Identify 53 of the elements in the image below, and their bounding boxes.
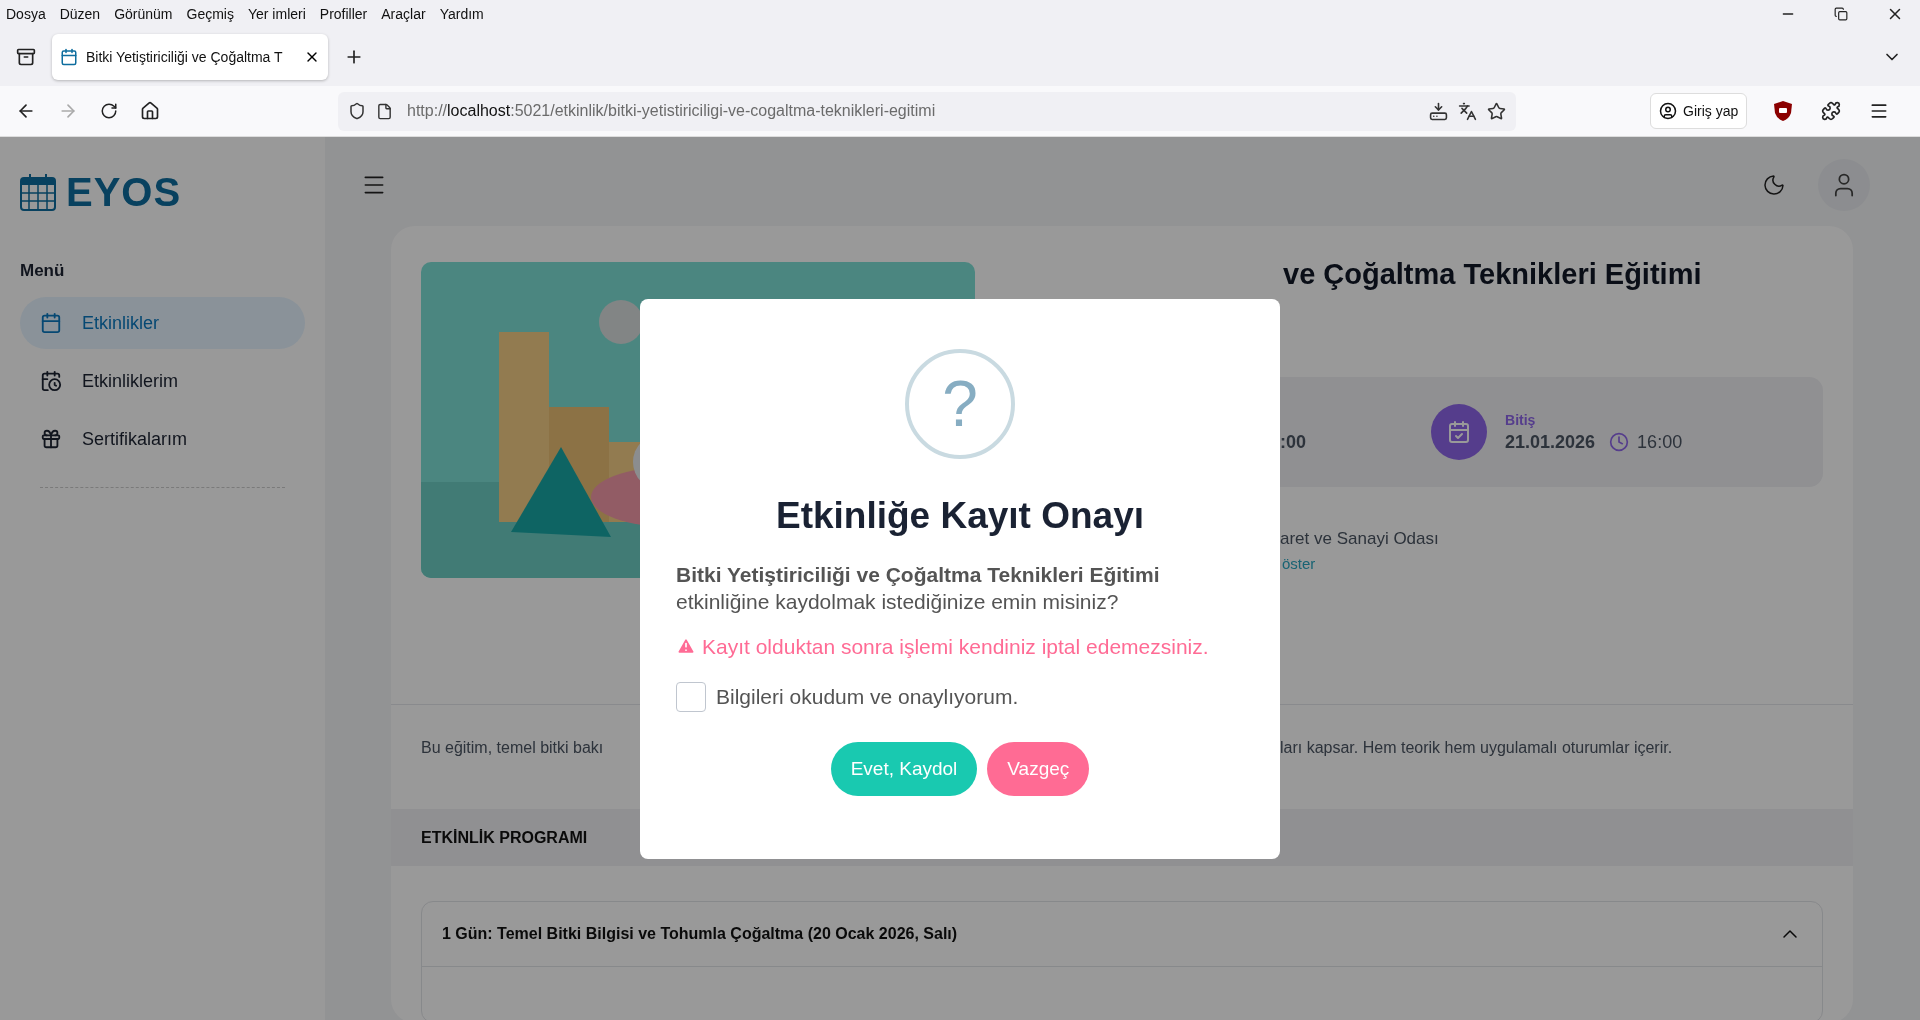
accordion-header[interactable]: 1 Gün: Temel Bitki Bilgisi ve Tohumla Çoğaltma (20 Ocak 2026, Salı) [422, 902, 1822, 967]
calendar-check-icon [1431, 404, 1487, 460]
download-icon[interactable] [1429, 101, 1448, 121]
sign-in-button[interactable]: Giriş yap [1650, 93, 1748, 129]
url-text: http://localhost:5021/etkinlik/bitki-yetistiriciligi-ve-cogaltma-teknikleri-egitimi [407, 102, 937, 120]
shield-extension-icon[interactable] [1773, 100, 1794, 122]
logo-text: EYOS [66, 169, 182, 215]
menu-item[interactable]: Yardım [439, 6, 484, 22]
calendar-logo-icon [20, 173, 56, 211]
description-text: ları kapsar. Hem teorik hem uygulamalı oturumlar içerir. [1280, 739, 1674, 757]
user-icon [1659, 102, 1677, 120]
menu-item[interactable]: Araçlar [381, 6, 426, 22]
dialog-title: Etkinliğe Kayıt Onayı [775, 494, 1145, 537]
sidebar-item[interactable]: Sertifikalarım [20, 413, 305, 465]
tab-title: Bitki Yetiştiriciliği ve Çoğaltma T [86, 49, 284, 65]
checkbox[interactable] [676, 681, 706, 712]
moon-icon [1762, 173, 1786, 197]
menu-item[interactable]: Profiller [319, 6, 368, 22]
home-icon [140, 101, 160, 121]
warning-text: Kayıt olduktan sonra işlemi kendiniz iptal edemezsiniz. [676, 632, 1244, 660]
bookmark-star-icon[interactable] [1487, 101, 1506, 121]
menu-item[interactable]: Düzen [59, 6, 101, 22]
restore-icon[interactable] [1834, 7, 1848, 21]
clock-icon [1609, 432, 1630, 452]
page-icon [376, 102, 393, 120]
calendar-clock-icon [40, 370, 62, 392]
menu-item[interactable]: Yer imleri [247, 6, 306, 22]
translate-icon[interactable] [1458, 101, 1477, 121]
puzzle-icon [1821, 101, 1842, 121]
organizer-text: aret ve Sanayi Odası [1279, 529, 1440, 549]
calendar-icon [40, 312, 62, 334]
shield-icon [348, 102, 366, 120]
menu-item[interactable]: Dosya [6, 6, 46, 22]
menu-item[interactable]: Geçmiş [186, 6, 234, 22]
reload-icon [100, 102, 118, 120]
checkbox-label: Bilgileri okudum ve onaylıyorum. [716, 684, 1019, 709]
start-time: :00 [1280, 431, 1306, 453]
menu-heading: Menü [20, 261, 66, 281]
sidebar-item[interactable]: Etkinliklerim [20, 355, 305, 407]
address-bar[interactable]: http://localhost:5021/etkinlik/bitki-yetistiriciligi-ve-cogaltma-teknikleri-egitimi [338, 91, 1516, 131]
event-title: ve Çoğaltma Teknikleri Eğitimi [1282, 258, 1703, 291]
browser-tab[interactable]: Bitki Yetiştiriciliği ve Çoğaltma T [52, 34, 328, 80]
end-label: Bitiş [1505, 411, 1537, 428]
user-avatar[interactable] [1818, 159, 1870, 211]
day-title: 1 Gün: Temel Bitki Bilgisi ve Tohumla Çoğaltma (20 Ocak 2026, Salı) [442, 925, 958, 943]
menu-item[interactable]: Görünüm [114, 6, 173, 22]
dialog-message: Bitki Yetiştiriciliği ve Çoğaltma Teknikleri Eğitimi etkinliğine kaydolmak istediğinize emin misiniz? [676, 561, 1161, 615]
calendar-icon [60, 48, 78, 66]
end-time: 16:00 [1637, 431, 1683, 453]
description-text: Bu eğitim, temel bitki bakı [421, 739, 605, 757]
question-icon: ? [905, 348, 1015, 459]
end-date: 21.01.2026 [1505, 431, 1596, 453]
gift-icon [40, 428, 62, 450]
